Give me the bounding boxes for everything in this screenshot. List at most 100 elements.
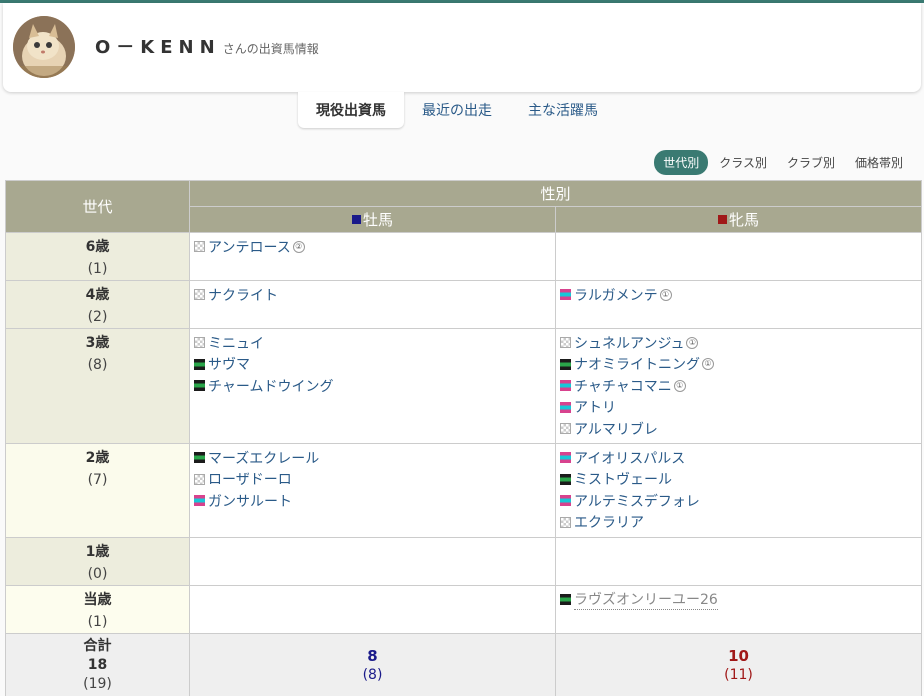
male-horses-cell: マーズエクレールローザドーロガンサルート	[189, 443, 556, 538]
horse-name: チャチャコマニ	[574, 378, 672, 395]
cyan-bar-silk-icon	[560, 380, 571, 392]
cyan-bar-silk-icon	[194, 495, 205, 507]
horse-link[interactable]: ラルガメンテ ①	[560, 284, 917, 306]
horse-name: アルマリブレ	[574, 421, 658, 438]
horse-name: マーズエクレール	[208, 450, 320, 467]
female-horses-cell	[554, 537, 923, 586]
filter-by-price[interactable]: 価格帯別	[846, 150, 912, 175]
wins-badge: ①	[686, 336, 699, 349]
green-bar-silk-icon	[560, 358, 571, 370]
green-bar-silk-icon	[194, 358, 205, 370]
horse-link[interactable]: エクラリア	[560, 512, 917, 534]
horse-link[interactable]: マーズエクレール	[194, 447, 551, 469]
tab-recent-races[interactable]: 最近の出走	[404, 92, 510, 128]
wins-badge: ①	[702, 358, 714, 371]
horse-link[interactable]: シュネルアンジュ ①	[560, 332, 917, 354]
horse-link[interactable]: ナオミライトニング ①	[560, 354, 917, 376]
wins-badge: ①	[673, 379, 686, 392]
cyan-bar-silk-icon	[560, 401, 571, 413]
generation-count: (8)	[87, 357, 108, 373]
horse-name: アイオリスパルス	[574, 450, 686, 467]
cyan-bar-silk-icon	[560, 495, 571, 507]
generation-header: 世代	[5, 180, 190, 233]
female-horses-cell: シュネルアンジュ ① ナオミライトニング ① チャチャコマニ ① アトリ アルマリブレ	[554, 328, 923, 444]
horse-link[interactable]: アイオリスパルス	[560, 447, 917, 469]
female-color-square	[718, 215, 727, 224]
horse-name: ミニュイ	[208, 335, 264, 352]
horse-name: チャームドウイング	[208, 378, 334, 395]
horse-name: アンテロース	[208, 239, 291, 256]
horse-table: 世代 性別 牡馬 牝馬 6歳 (1) アンテロース ② 4歳 (2) ナクライト ラルガメンテ…	[5, 180, 923, 696]
horse-link[interactable]: ローザドーロ	[194, 469, 551, 491]
cyan-bar-silk-icon	[560, 289, 571, 301]
male-header-label: 牡馬	[362, 211, 393, 229]
horse-link[interactable]: ラヴズオンリーユー26	[560, 589, 917, 611]
total-label: 合計	[83, 638, 112, 654]
male-color-square	[351, 215, 361, 224]
horse-link[interactable]: ミニュイ	[194, 332, 551, 354]
generation-label: 1歳	[85, 544, 110, 560]
filter-by-generation[interactable]: 世代別	[654, 150, 709, 175]
green-bar-silk-icon	[194, 452, 205, 464]
horse-name: ガンサルート	[208, 493, 292, 510]
horse-name: アルテミスデフォレ	[574, 493, 700, 510]
horse-link[interactable]: ガンサルート	[194, 490, 551, 512]
generation-cell: 4歳 (2)	[5, 280, 190, 329]
generation-cell: 当歳 (1)	[5, 585, 190, 634]
male-total-sub: (8)	[362, 666, 383, 683]
generation-label: 当歳	[83, 592, 112, 608]
generation-cell: 6歳 (1)	[5, 232, 190, 281]
generation-cell: 3歳 (8)	[5, 328, 190, 444]
horse-link[interactable]: ミストヴェール	[560, 469, 917, 491]
male-total-cell: 8 (8)	[189, 633, 556, 696]
generation-count: (2)	[87, 309, 108, 325]
horse-name: サヴマ	[208, 357, 250, 374]
profile-header: O－KENN さんの出資馬情報	[3, 3, 921, 92]
female-horses-cell: ラヴズオンリーユー26	[554, 585, 923, 634]
cyan-bar-silk-icon	[560, 452, 571, 464]
generation-cell: 1歳 (0)	[5, 537, 190, 586]
total-value: 18	[87, 657, 108, 673]
table-row: 当歳 (1) ラヴズオンリーユー26	[5, 585, 923, 634]
owner-name: O－KENN	[95, 37, 221, 58]
horse-link[interactable]: チャチャコマニ ①	[560, 375, 917, 397]
male-total: 8	[367, 646, 378, 665]
tab-main-horses[interactable]: 主な活躍馬	[510, 92, 616, 128]
filter-by-club[interactable]: クラブ別	[778, 150, 844, 175]
horse-name: ナクライト	[208, 287, 278, 304]
green-bar-silk-icon	[560, 473, 571, 485]
male-horses-cell: アンテロース ②	[189, 232, 556, 281]
female-total: 10	[728, 646, 749, 665]
male-horses-cell	[189, 585, 556, 634]
horse-link[interactable]: ナクライト	[194, 284, 551, 306]
generation-label: 3歳	[85, 335, 110, 351]
check-silk-icon	[560, 423, 571, 435]
horse-link[interactable]: チャームドウイング	[194, 375, 551, 397]
cat-avatar-icon	[13, 16, 75, 78]
owner-suffix: さんの出資馬情報	[222, 42, 319, 56]
wins-badge: ①	[659, 288, 672, 301]
total-cell: 合計 18 (19)	[5, 633, 190, 696]
horse-link[interactable]: アトリ	[560, 397, 917, 419]
horse-name: アトリ	[574, 400, 616, 417]
table-row: 6歳 (1) アンテロース ②	[5, 232, 923, 281]
generation-label: 2歳	[85, 450, 110, 466]
horse-link[interactable]: アルテミスデフォレ	[560, 490, 917, 512]
generation-count: (0)	[87, 566, 108, 582]
female-horses-cell: ラルガメンテ ①	[554, 280, 923, 329]
tab-current-horses[interactable]: 現役出資馬	[298, 92, 404, 128]
filter-by-class[interactable]: クラス別	[710, 150, 776, 175]
female-header: 牝馬	[554, 206, 923, 233]
total-row: 合計 18 (19) 8 (8) 10 (11)	[5, 633, 923, 696]
table-row: 2歳 (7) マーズエクレール ローザドーロ ガンサルート アイオリスパルス ミストヴェール…	[5, 443, 923, 538]
male-horses-cell: ミニュイサヴマチャームドウイング	[189, 328, 556, 444]
sex-header: 性別	[188, 180, 923, 207]
horse-link[interactable]: サヴマ	[194, 354, 551, 376]
horse-link[interactable]: アルマリブレ	[560, 418, 917, 440]
avatar[interactable]	[13, 16, 75, 78]
horse-link[interactable]: アンテロース ②	[194, 236, 551, 258]
check-silk-icon	[560, 337, 571, 349]
check-silk-icon	[194, 337, 205, 349]
check-silk-icon	[194, 289, 205, 301]
male-horses-cell: ナクライト	[189, 280, 556, 329]
